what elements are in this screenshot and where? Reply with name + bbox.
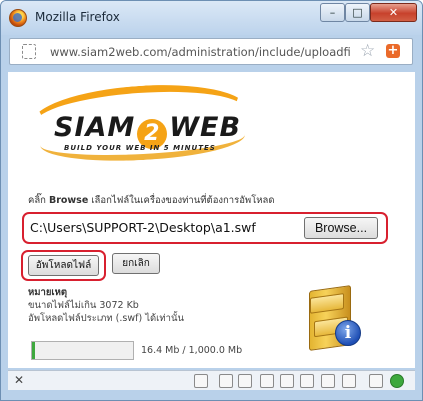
upload-button-highlight: อัพโหลดไฟล์: [21, 250, 106, 281]
browse-button[interactable]: Browse...: [304, 217, 378, 239]
storage-usage-label: 16.4 Mb / 1,000.0 Mb: [141, 345, 243, 356]
save-icon[interactable]: [260, 374, 274, 388]
window-title: Mozilla Firefox: [35, 10, 120, 24]
star-icon[interactable]: ☆: [360, 41, 375, 61]
upload-notes: หมายเหตุ ขนาดไฟล์ไม่เกิน 3072 Kb อัพโหลด…: [28, 286, 184, 325]
notes-heading: หมายเหตุ: [28, 287, 68, 298]
firefox-logo-icon: [9, 9, 27, 27]
browser-window: Mozilla Firefox – □ ✕ www.siam2web.com/a…: [0, 0, 423, 401]
address-bar[interactable]: www.siam2web.com/administration/include/…: [9, 38, 413, 65]
print-icon[interactable]: [280, 374, 294, 388]
storage-usage-edge: [32, 342, 35, 359]
minimize-button[interactable]: –: [320, 3, 345, 22]
page-content: SIAM 2 WEB BUILD YOUR WEB IN 5 MINUTES คลิ…: [8, 72, 415, 368]
mail-icon[interactable]: [300, 374, 314, 388]
upload-instruction: คลิ๊ก Browse เลือกไฟล์ในเครื่องของท่านที…: [28, 195, 275, 206]
logo-tagline: BUILD YOUR WEB IN 5 MINUTES: [64, 144, 216, 152]
edit-icon[interactable]: [219, 374, 233, 388]
status-icon[interactable]: [390, 374, 404, 388]
cancel-button[interactable]: ยกเลิก: [112, 253, 160, 274]
upload-file-button[interactable]: อัพโหลดไฟล์: [28, 255, 99, 276]
title-bar: Mozilla Firefox – □ ✕: [1, 1, 422, 35]
siam2web-logo: SIAM 2 WEB BUILD YOUR WEB IN 5 MINUTES: [28, 78, 253, 166]
status-close-icon[interactable]: ✕: [14, 373, 24, 387]
file-select-highlight: C:\Users\SUPPORT-2\Desktop\a1.swf Browse…: [22, 212, 388, 244]
note-icon[interactable]: [321, 374, 335, 388]
status-bar: ✕: [8, 370, 415, 390]
url-text[interactable]: www.siam2web.com/administration/include/…: [50, 45, 350, 59]
page-icon: [22, 44, 36, 59]
tools-icon[interactable]: [369, 374, 383, 388]
maximize-button[interactable]: □: [345, 3, 370, 22]
notes-file-type: อัพโหลดไฟล์ประเภท (.swf) ได้เท่านั้น: [28, 313, 184, 324]
notes-size-limit: ขนาดไฟล์ไม่เกิน 3072 Kb: [28, 300, 139, 311]
storage-usage-bar: [31, 341, 134, 360]
file-cabinet-icon: i: [301, 280, 361, 352]
file-path-input[interactable]: C:\Users\SUPPORT-2\Desktop\a1.swf: [30, 219, 302, 237]
close-button[interactable]: ✕: [370, 3, 417, 22]
chart-icon[interactable]: [342, 374, 356, 388]
image-icon[interactable]: [238, 374, 252, 388]
info-icon: i: [335, 320, 361, 346]
page-icon[interactable]: [194, 374, 208, 388]
add-on-plus-icon[interactable]: +: [386, 44, 400, 58]
